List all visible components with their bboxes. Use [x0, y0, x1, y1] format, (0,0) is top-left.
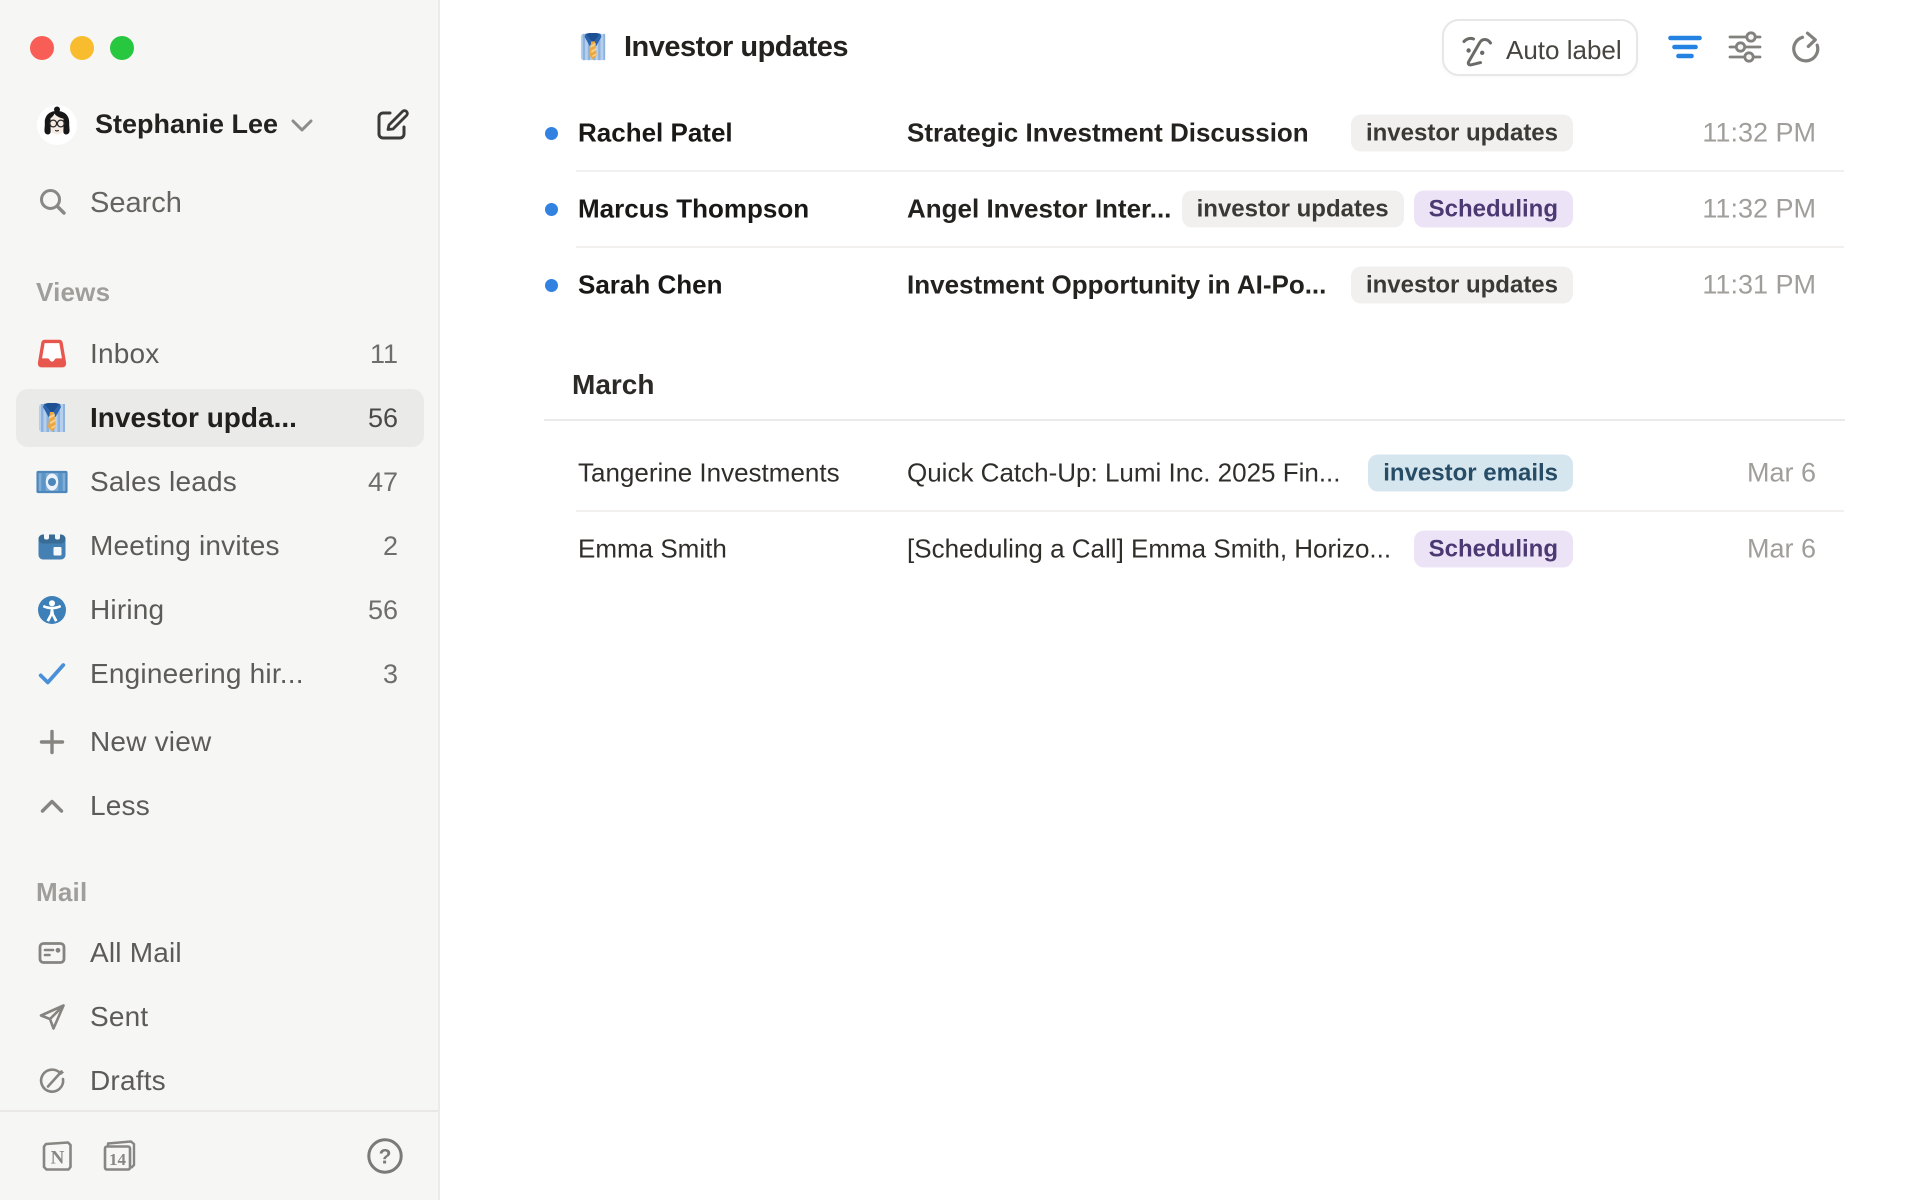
svg-text:N: N: [51, 1148, 65, 1169]
svg-text:?: ?: [379, 1146, 392, 1169]
svg-text:14: 14: [109, 1150, 127, 1169]
